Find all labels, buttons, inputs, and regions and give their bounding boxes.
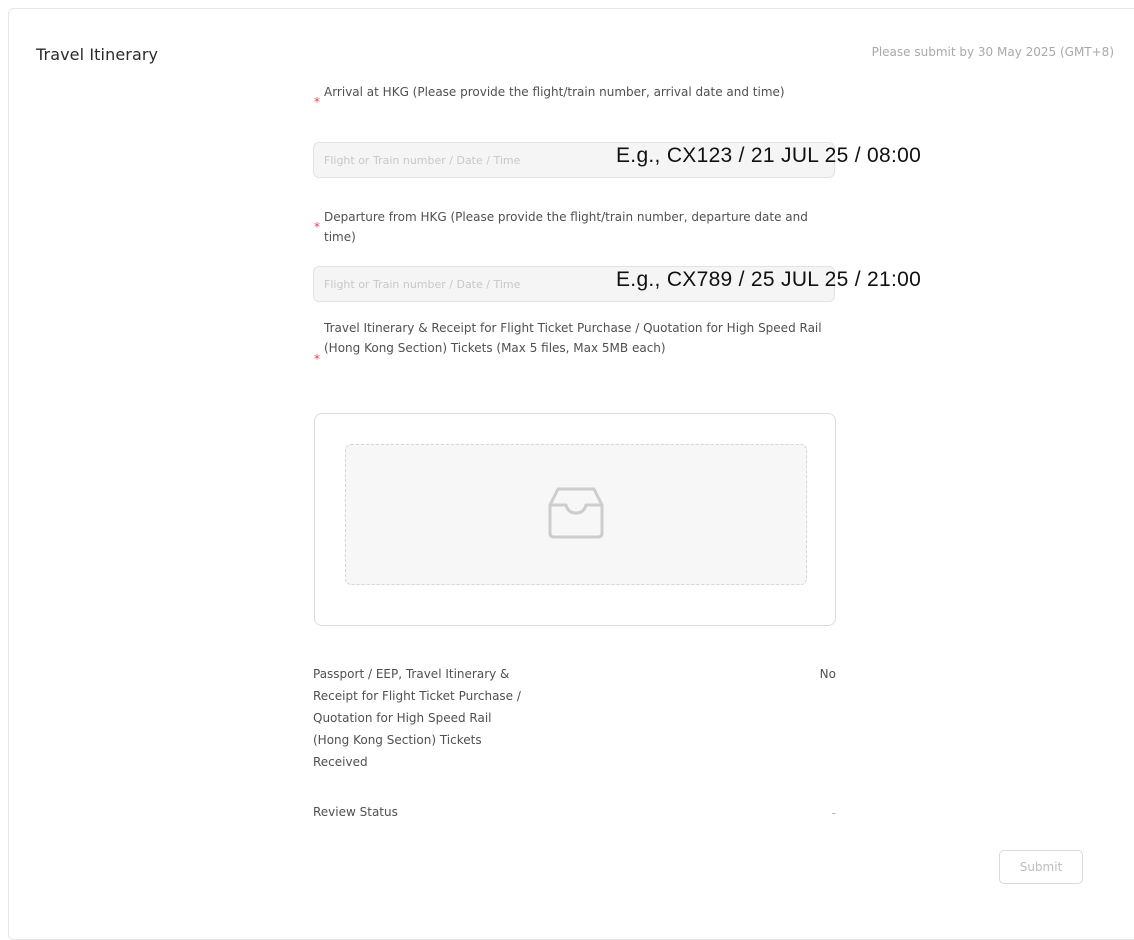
documents-received-label: Passport / EEP, Travel Itinerary & Recei… [313, 667, 521, 769]
departure-required-mark: * [314, 220, 320, 234]
submission-deadline: Please submit by 30 May 2025 (GMT+8) [871, 45, 1114, 59]
upload-label: Travel Itinerary & Receipt for Flight Ti… [324, 321, 822, 355]
section-title: Travel Itinerary [36, 45, 159, 64]
arrival-label: Arrival at HKG (Please provide the fligh… [324, 85, 785, 99]
file-upload-box [314, 413, 836, 626]
inbox-icon [548, 487, 604, 539]
review-status-label: Review Status [313, 805, 398, 819]
arrival-example-note: E.g., CX123 / 21 JUL 25 / 08:00 [616, 144, 922, 167]
arrival-required-mark: * [314, 95, 320, 109]
upload-required-mark: * [314, 352, 320, 366]
review-status-value: - [831, 806, 836, 820]
documents-received-value: No [819, 667, 836, 681]
departure-label: Departure from HKG (Please provide the f… [324, 210, 808, 244]
submit-button[interactable]: Submit [999, 850, 1083, 884]
file-drop-zone[interactable] [345, 444, 807, 585]
departure-example-note: E.g., CX789 / 25 JUL 25 / 21:00 [616, 268, 922, 291]
